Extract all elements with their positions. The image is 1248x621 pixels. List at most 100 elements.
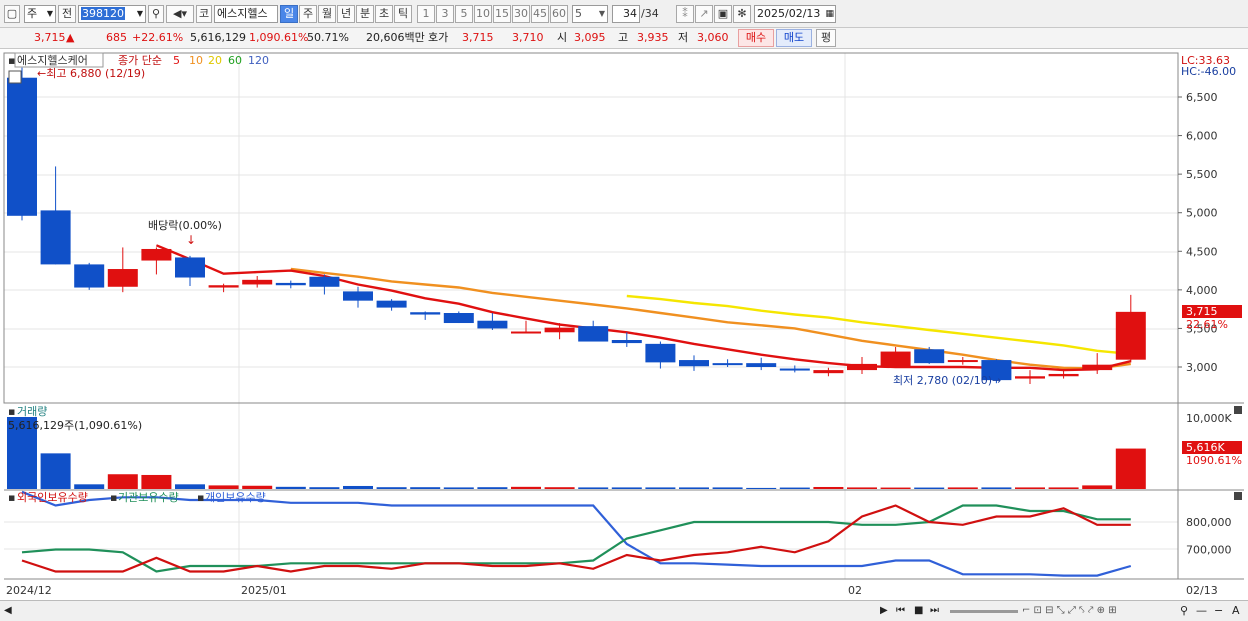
volume-settings-icon[interactable]: ▪ xyxy=(8,405,15,418)
price-tick-label: 4,000 xyxy=(1186,284,1218,297)
volume-bar xyxy=(74,484,105,489)
zoom-out-icon[interactable]: — xyxy=(1196,603,1207,619)
period-tick[interactable]: 틱 xyxy=(394,5,412,23)
interval-1[interactable]: 1 xyxy=(417,5,435,23)
current-price: 3,715 xyxy=(34,31,66,44)
minus-icon[interactable]: − xyxy=(1214,603,1223,619)
volume-bar xyxy=(1048,487,1079,489)
price-tick-label: 5,500 xyxy=(1186,168,1218,181)
candle-body xyxy=(443,313,474,324)
low-price: 3,060 xyxy=(697,31,729,44)
volume-bar xyxy=(242,485,273,489)
buy-button[interactable]: 매수 xyxy=(738,29,774,47)
low-label: 저 xyxy=(678,31,689,44)
candle-body xyxy=(1048,373,1079,377)
interval-15[interactable]: 15 xyxy=(493,5,511,23)
candle-body xyxy=(107,269,138,287)
candle-body xyxy=(208,285,239,288)
scroll-right-icon[interactable]: ▶ xyxy=(880,603,888,619)
search-icon[interactable]: ⚲ xyxy=(148,5,164,23)
volume-tick-label: 10,000K xyxy=(1186,412,1232,425)
drawing-tools-icon[interactable]: ⌐ ⊡ ⊟ ⤡ ⤢ ⤣ ⤤ ⊕ ⊞ xyxy=(1022,603,1117,619)
bottom-toolbar: ◀ ▶ ⏮ ■ ⏭ ⌐ ⊡ ⊟ ⤡ ⤢ ⤣ ⤤ ⊕ ⊞ ⚲ — − A xyxy=(0,600,1248,621)
candle-body xyxy=(410,312,441,315)
volume-bar xyxy=(1082,485,1113,489)
candle-body xyxy=(611,340,642,344)
period-second[interactable]: 초 xyxy=(375,5,393,23)
candle-body xyxy=(947,360,978,363)
zoom-slider[interactable] xyxy=(950,610,1018,613)
candle-body xyxy=(779,368,810,371)
page-input[interactable]: 34 xyxy=(612,5,640,23)
candle-body xyxy=(511,331,541,334)
interval-45[interactable]: 45 xyxy=(531,5,549,23)
volume-bar xyxy=(443,487,474,489)
sell-button[interactable]: 매도 xyxy=(776,29,812,47)
calendar-icon: ▦ xyxy=(825,9,834,19)
ma-label: 종가 단순 xyxy=(118,54,162,67)
save-icon[interactable]: ▣ xyxy=(714,5,732,23)
close-icon[interactable] xyxy=(1234,492,1242,500)
candle-body xyxy=(1082,364,1113,371)
market-select[interactable]: 주 ▼ xyxy=(24,5,56,23)
period-year[interactable]: 년 xyxy=(337,5,355,23)
dividend-arrow-icon: ↓ xyxy=(186,233,196,247)
chevron-down-icon: ▼ xyxy=(136,9,143,18)
volume-bar xyxy=(511,486,541,489)
low-note: 최저 2,780 (02/10)→ xyxy=(893,374,1001,387)
last-page-icon[interactable]: ⏭ xyxy=(930,603,939,619)
speaker-icon[interactable]: ◀▾ xyxy=(166,5,194,23)
stop-icon[interactable]: ■ xyxy=(914,603,923,619)
turnover-rate: 50.71% xyxy=(307,31,349,44)
volume-bar xyxy=(712,487,743,489)
interval-5[interactable]: 5 xyxy=(455,5,473,23)
period-day[interactable]: 일 xyxy=(280,5,298,23)
interval-10[interactable]: 10 xyxy=(474,5,492,23)
legend-separator: ▪ xyxy=(197,491,204,504)
chart-settings-icon[interactable]: ▪ xyxy=(8,54,15,67)
trade-amount: 20,606백만 xyxy=(366,31,425,44)
period-month[interactable]: 월 xyxy=(318,5,336,23)
volume-bar xyxy=(578,487,609,489)
mode-button[interactable]: 코 xyxy=(196,5,212,23)
code-input[interactable]: 398120 ▼ xyxy=(78,5,146,23)
volume-bar xyxy=(410,487,441,489)
candle-body xyxy=(7,77,37,216)
interval-30[interactable]: 30 xyxy=(512,5,530,23)
date-input[interactable]: 2025/02/13 ▦ xyxy=(754,5,836,23)
price-change: 685 xyxy=(106,31,127,44)
volume-bar xyxy=(1015,487,1045,489)
volume-bar xyxy=(175,484,205,489)
candle-body xyxy=(40,210,71,265)
close-icon[interactable] xyxy=(1234,406,1242,414)
x-axis-label: 2024/12 xyxy=(6,584,52,597)
chart-area[interactable]: 6,5006,0005,5005,0004,5004,0003,5003,000… xyxy=(0,49,1248,621)
volume-bar xyxy=(947,487,978,489)
interval-input[interactable]: 5 ▼ xyxy=(572,5,608,23)
stock-name-field[interactable]: 에스지헬스 xyxy=(214,5,278,23)
font-size-icon[interactable]: A xyxy=(1232,603,1240,619)
draw-icon[interactable]: ↗ xyxy=(695,5,713,23)
prefix-button[interactable]: 전 xyxy=(58,5,76,23)
interval-60[interactable]: 60 xyxy=(550,5,568,23)
volume-bar xyxy=(645,487,676,489)
compare-icon[interactable]: ⁑ xyxy=(676,5,694,23)
interval-3[interactable]: 3 xyxy=(436,5,454,23)
gear-icon[interactable]: ✻ xyxy=(733,5,751,23)
layout-icon[interactable]: ▢ xyxy=(4,5,20,23)
candle-body xyxy=(141,248,172,261)
period-minute[interactable]: 분 xyxy=(356,5,374,23)
ma-period-60: 60 xyxy=(228,54,242,67)
holdings-settings-icon[interactable]: ▪ xyxy=(8,491,15,504)
ma-period-120: 120 xyxy=(248,54,269,67)
period-week[interactable]: 주 xyxy=(299,5,317,23)
x-axis-label: 02 xyxy=(848,584,862,597)
legend-institution: 기관보유수량 xyxy=(118,491,179,504)
zoom-icon[interactable]: ⚲ xyxy=(1180,603,1188,619)
eval-button[interactable]: 평 xyxy=(816,29,836,47)
volume-bar xyxy=(275,486,306,489)
calc-icon[interactable] xyxy=(8,70,22,84)
first-page-icon[interactable]: ⏮ xyxy=(896,603,905,619)
scroll-left-icon[interactable]: ◀ xyxy=(4,603,12,619)
volume-pct-label: 1090.61% xyxy=(1186,454,1242,467)
